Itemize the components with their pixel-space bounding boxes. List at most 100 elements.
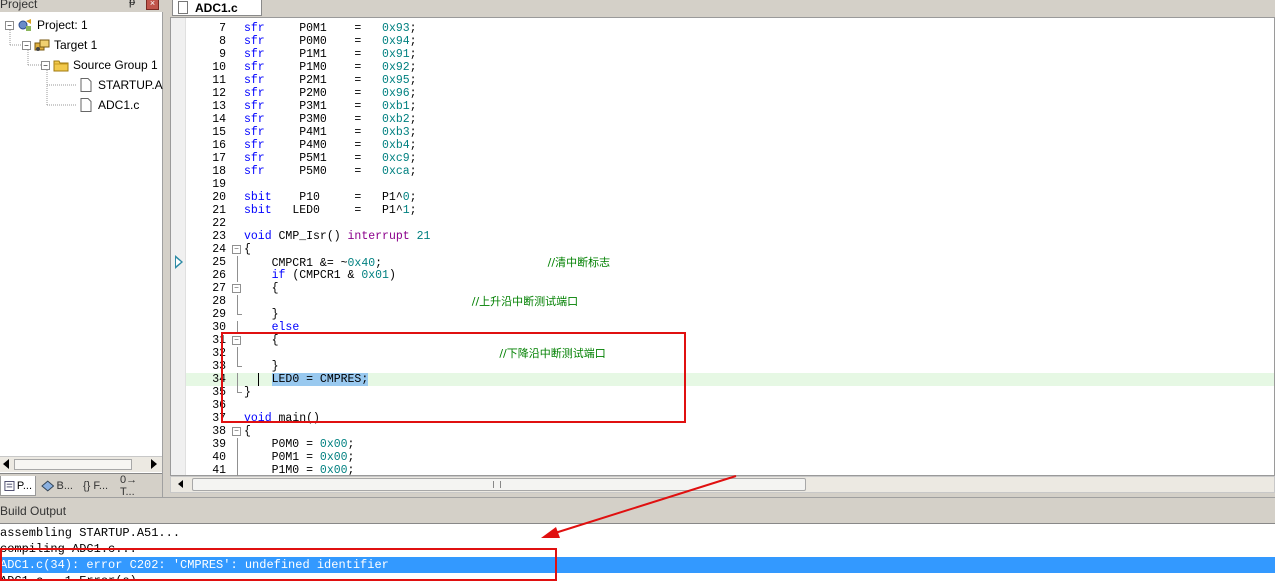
collapse-toggle-icon[interactable]: − [5, 20, 14, 30]
code-line[interactable]: 38−{ [186, 425, 1274, 438]
line-number[interactable]: 27 [186, 282, 226, 295]
code-text[interactable]: void CMP_Isr() interrupt 21 [244, 230, 430, 243]
line-number[interactable]: 12 [186, 87, 226, 100]
code-line[interactable]: 19 [186, 178, 1274, 191]
code-text[interactable]: sfr P1M0 = 0x92; [244, 61, 417, 74]
code-line[interactable]: 10 sfr P1M0 = 0x92; [186, 61, 1274, 74]
code-text[interactable]: { [244, 243, 251, 256]
code-line[interactable]: 15 sfr P4M1 = 0xb3; [186, 126, 1274, 139]
close-icon[interactable]: × [146, 0, 159, 10]
line-number[interactable]: 29 [186, 308, 226, 321]
code-text[interactable]: sfr P4M0 = 0xb4; [244, 139, 417, 152]
line-number[interactable]: 16 [186, 139, 226, 152]
tree-item-source-group[interactable]: − Source Group 1 [41, 56, 158, 74]
code-text[interactable]: P0M0 = 0x00; [244, 438, 355, 451]
code-text[interactable]: sfr P5M1 = 0xc9; [244, 152, 417, 165]
line-number[interactable]: 39 [186, 438, 226, 451]
scrollbar-thumb[interactable] [14, 459, 132, 470]
code-text[interactable]: { [244, 425, 251, 438]
tree-item-startup-file[interactable]: STARTUP.A [78, 76, 163, 94]
fold-toggle-icon[interactable]: − [232, 427, 241, 436]
code-text[interactable]: sfr P2M0 = 0x96; [244, 87, 417, 100]
code-text[interactable]: sfr P5M0 = 0xca; [244, 165, 417, 178]
code-line[interactable]: 26 if (CMPCR1 & 0x01) [186, 269, 1274, 282]
line-number[interactable]: 28 [186, 295, 226, 308]
code-line[interactable]: 12 sfr P2M0 = 0x96; [186, 87, 1274, 100]
tree-item-project[interactable]: − Project: 1 [5, 16, 88, 34]
code-text[interactable]: sfr P3M0 = 0xb2; [244, 113, 417, 126]
code-line[interactable]: 29 } [186, 308, 1274, 321]
code-line[interactable]: 20 sbit P10 = P1^0; [186, 191, 1274, 204]
line-number[interactable]: 31 [186, 334, 226, 347]
code-line[interactable]: 13 sfr P3M1 = 0xb1; [186, 100, 1274, 113]
code-text[interactable]: sfr P3M1 = 0xb1; [244, 100, 417, 113]
tab-templates[interactable]: 0→ T... [117, 474, 157, 498]
code-line[interactable]: 8 sfr P0M0 = 0x94; [186, 35, 1274, 48]
line-number[interactable]: 32 [186, 347, 226, 360]
code-line[interactable]: 18 sfr P5M0 = 0xca; [186, 165, 1274, 178]
tab-functions[interactable]: {} F... [80, 476, 116, 496]
pin-icon[interactable]: ᵽ [129, 0, 135, 8]
collapse-toggle-icon[interactable]: − [22, 40, 31, 50]
code-text[interactable]: sfr P1M1 = 0x91; [244, 48, 417, 61]
line-number[interactable]: 30 [186, 321, 226, 334]
scroll-right-icon[interactable] [151, 459, 157, 469]
code-text[interactable]: sfr P4M1 = 0xb3; [244, 126, 417, 139]
code-text[interactable]: P0M1 = 0x00; [244, 451, 355, 464]
fold-toggle-icon[interactable]: − [232, 245, 241, 254]
collapse-toggle-icon[interactable]: − [41, 60, 50, 70]
line-number[interactable]: 21 [186, 204, 226, 217]
tab-adc1-c[interactable]: ADC1.c [172, 0, 262, 16]
line-number[interactable]: 36 [186, 399, 226, 412]
code-text[interactable]: { [244, 282, 279, 295]
line-number[interactable]: 33 [186, 360, 226, 373]
code-text[interactable]: sfr P0M1 = 0x93; [244, 22, 417, 35]
fold-toggle-icon[interactable]: − [232, 284, 241, 293]
line-number[interactable]: 24 [186, 243, 226, 256]
code-line[interactable]: 24−{ [186, 243, 1274, 256]
line-number[interactable]: 19 [186, 178, 226, 191]
code-text[interactable]: CMPCR1 &= ~0x40; //清中断标志 [244, 256, 611, 270]
line-number[interactable]: 34 [186, 373, 226, 386]
line-number[interactable]: 18 [186, 165, 226, 178]
line-number[interactable]: 8 [186, 35, 226, 48]
code-line[interactable]: 40 P0M1 = 0x00; [186, 451, 1274, 464]
code-line[interactable]: 25 CMPCR1 &= ~0x40; //清中断标志 [186, 256, 1274, 270]
code-line[interactable]: 28 //上升沿中断测试端口 [186, 295, 1274, 308]
code-line[interactable]: 39 P0M0 = 0x00; [186, 438, 1274, 451]
code-line[interactable]: 9 sfr P1M1 = 0x91; [186, 48, 1274, 61]
line-number[interactable]: 9 [186, 48, 226, 61]
line-number[interactable]: 38 [186, 425, 226, 438]
code-line[interactable]: 11 sfr P2M1 = 0x95; [186, 74, 1274, 87]
scroll-left-icon[interactable] [178, 480, 183, 488]
line-number[interactable]: 15 [186, 126, 226, 139]
line-number[interactable]: 11 [186, 74, 226, 87]
project-horizontal-scrollbar[interactable] [0, 456, 162, 472]
scroll-left-icon[interactable] [3, 459, 9, 469]
line-number[interactable]: 14 [186, 113, 226, 126]
editor-gutter[interactable] [171, 18, 186, 475]
line-number[interactable]: 37 [186, 412, 226, 425]
line-number[interactable]: 10 [186, 61, 226, 74]
line-number[interactable]: 23 [186, 230, 226, 243]
scrollbar-thumb[interactable] [192, 478, 806, 491]
tab-project[interactable]: P... [0, 476, 36, 496]
code-line[interactable]: 22 [186, 217, 1274, 230]
code-line[interactable]: 7 sfr P0M1 = 0x93; [186, 22, 1274, 35]
code-line[interactable]: 27− { [186, 282, 1274, 295]
code-text[interactable]: sfr P2M1 = 0x95; [244, 74, 417, 87]
line-number[interactable]: 22 [186, 217, 226, 230]
code-text[interactable]: sbit P10 = P1^0; [244, 191, 417, 204]
tree-item-adc1-file[interactable]: ADC1.c [78, 96, 139, 114]
tab-books[interactable]: B... [38, 476, 76, 496]
code-text[interactable]: sfr P0M0 = 0x94; [244, 35, 417, 48]
code-text[interactable]: //上升沿中断测试端口 [244, 295, 578, 309]
code-line[interactable]: 14 sfr P3M0 = 0xb2; [186, 113, 1274, 126]
code-line[interactable]: 23 void CMP_Isr() interrupt 21 [186, 230, 1274, 243]
tree-item-target[interactable]: − Target 1 [22, 36, 97, 54]
code-line[interactable]: 16 sfr P4M0 = 0xb4; [186, 139, 1274, 152]
code-text[interactable]: } [244, 308, 279, 321]
line-number[interactable]: 7 [186, 22, 226, 35]
code-line[interactable]: 17 sfr P5M1 = 0xc9; [186, 152, 1274, 165]
line-number[interactable]: 26 [186, 269, 226, 282]
